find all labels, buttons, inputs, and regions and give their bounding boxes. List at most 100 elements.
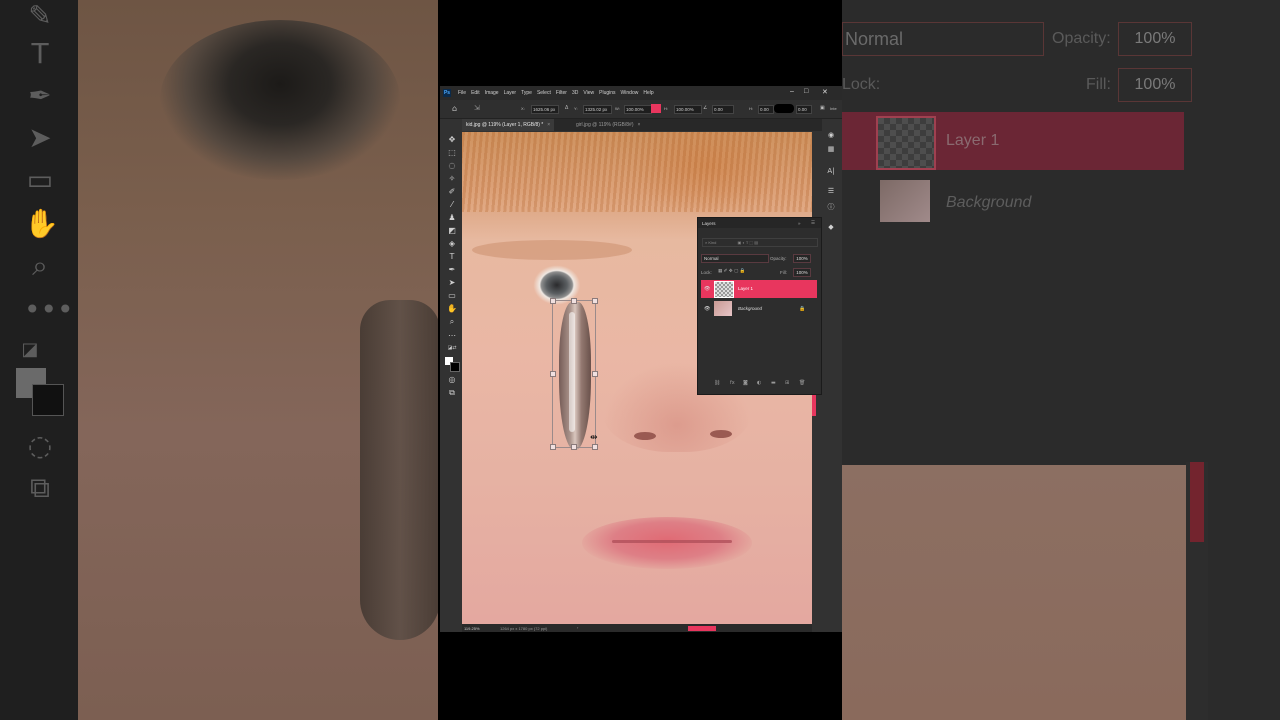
status-menu-arrow[interactable]: › [577,625,578,630]
menu-item-view[interactable]: View [583,90,594,96]
color-panel-icon[interactable]: ◉ [824,130,838,141]
zoomed-rect-icon: ▭ [26,163,54,196]
menu-item-filter[interactable]: Filter [556,90,567,96]
quick-select-icon[interactable]: ✧ [445,173,459,185]
hand-tool-icon[interactable]: ✋ [445,303,459,315]
transform-handle[interactable] [592,298,598,304]
new-layer-icon[interactable]: ⊞ [785,380,789,386]
menu-item-window[interactable]: Window [621,90,639,96]
zoom-level[interactable]: 119.25% [464,626,480,631]
rectangle-tool-icon[interactable]: ▭ [445,290,459,302]
quick-mask-icon[interactable]: ◎ [445,374,459,386]
maximize-button[interactable]: □ [804,88,808,95]
panel-menu-icon[interactable]: ☰ [811,220,815,226]
menu-item-file[interactable]: File [458,90,466,96]
new-group-icon[interactable]: ▬ [771,380,776,386]
menu-item-3d[interactable]: 3D [572,90,578,96]
tab-kid[interactable]: kid.jpg @ 119% (Layer 1, RGB/8) * × [462,119,555,131]
screen-mode-icon[interactable]: ⧉ [445,387,459,399]
lasso-tool-icon[interactable]: ◌ [445,160,459,172]
transform-handle[interactable] [571,298,577,304]
interpolation-label: Inte [830,106,837,111]
layers-panel-icon[interactable]: ◆ [824,222,838,233]
pen-tool-icon[interactable]: ✒ [445,264,459,276]
x-field[interactable]: 1625.06 px [531,105,559,114]
visibility-eye-icon[interactable]: 👁 [704,286,710,292]
delta-icon: Δ [565,105,569,111]
menu-item-layer[interactable]: Layer [504,90,517,96]
link-layers-icon[interactable]: ⛓ [714,380,720,386]
collapse-icon[interactable]: » [798,221,801,226]
transform-handle[interactable] [550,371,556,377]
lock-label: Lock: [701,270,712,275]
angle-field[interactable]: 0.00 [712,105,734,114]
zoomed-swap-icon: ◪ ⇄ [21,339,39,392]
layers-panel-title[interactable]: Layers [702,221,716,226]
menu-item-plugins[interactable]: Plugins [599,90,615,96]
swap-colors-icon[interactable]: ◪⇄ [445,342,459,354]
marquee-tool-icon[interactable]: ⬚ [445,147,459,159]
status-bar: 119.25% 1264 px x 1780 px (72 ppi) › [462,624,812,632]
move-tool-icon[interactable]: ✥ [445,134,459,146]
eraser-tool-icon[interactable]: ◩ [445,225,459,237]
eyedropper-icon[interactable]: ✐ [445,186,459,198]
fill-tool-icon[interactable]: ◈ [445,238,459,250]
document-tabs: kid.jpg @ 119% (Layer 1, RGB/8) * × girl.… [462,119,822,131]
zoomed-background-name: Background [946,194,1032,211]
visibility-eye-icon[interactable]: 👁 [704,306,710,312]
close-tab-icon[interactable]: × [547,122,550,128]
blend-mode-select[interactable]: Normal [701,254,769,263]
transform-handle[interactable] [550,444,556,450]
menu-item-help[interactable]: Help [643,90,653,96]
adjustments-panel-icon[interactable]: ☰ [824,186,838,197]
menu-item-type[interactable]: Type [521,90,532,96]
height-field[interactable]: 100.00% [674,105,702,114]
stamp-tool-icon[interactable]: ♟ [445,212,459,224]
info-panel-icon[interactable]: ⓘ [824,202,838,213]
type-tool-icon[interactable]: T [445,251,459,263]
horizontal-scrollbar[interactable] [688,626,716,631]
lock-icons[interactable]: ▦ ✐ ✥ ▢ 🔒 [718,269,745,274]
warp-icon[interactable]: ▣ [820,105,825,111]
transform-handle[interactable] [592,371,598,377]
lock-icon[interactable]: 🔒 [799,306,805,312]
h-skew-field[interactable]: 0.00 [758,105,774,114]
eyebrow [472,240,632,260]
opacity-field[interactable]: 100% [793,254,811,263]
layer-row-layer1[interactable]: 👁 Layer 1 [701,280,817,298]
ps-logo-icon: Ps [443,89,451,97]
transform-handle[interactable] [571,444,577,450]
transform-handle[interactable] [592,444,598,450]
more-tools-icon[interactable]: ⋯ [445,330,459,342]
opacity-label: Opacity: [770,256,787,261]
v-skew-field[interactable]: 0.00 [796,105,812,114]
home-icon[interactable]: ⌂ [452,104,457,113]
background-color[interactable] [450,362,460,372]
menu-item-image[interactable]: Image [485,90,499,96]
fill-field[interactable]: 100% [793,268,811,277]
adjustment-layer-icon[interactable]: ◐ [757,380,761,386]
brush-tool-icon[interactable]: ⁄ [445,199,459,211]
close-tab-icon[interactable]: × [638,122,641,128]
path-select-icon[interactable]: ➤ [445,277,459,289]
character-panel-icon[interactable]: A| [824,166,838,177]
delete-layer-icon[interactable]: 🗑 [799,380,805,386]
tab-girl[interactable]: girl.jpg @ 119% (RGB/8#) × [572,119,644,131]
move-tool-icon[interactable]: ⇲ [474,104,480,112]
transform-handle[interactable] [550,298,556,304]
menu-item-edit[interactable]: Edit [471,90,480,96]
add-mask-icon[interactable]: ◙ [743,380,748,386]
layer-row-background[interactable]: 👁 Background 🔒 [701,300,817,318]
swatches-panel-icon[interactable]: ▦ [824,144,838,155]
minimize-button[interactable]: ‒ [790,88,794,95]
layer-filter-bar[interactable]: ⌕ Kind ▣ ◐ T ⬚ ▤ [702,238,818,247]
width-field[interactable]: 100.00% [624,105,652,114]
menu-item-select[interactable]: Select [537,90,551,96]
fx-icon[interactable]: fx [730,380,735,386]
close-window-button[interactable]: ✕ [822,88,828,96]
transform-bounding-box[interactable] [552,300,596,448]
vertical-scrollbar[interactable] [812,394,816,416]
zoom-tool-icon[interactable]: ⌕ [445,316,459,328]
link-aspect-icon[interactable] [651,104,661,113]
y-field[interactable]: 1325.02 px [583,105,612,114]
